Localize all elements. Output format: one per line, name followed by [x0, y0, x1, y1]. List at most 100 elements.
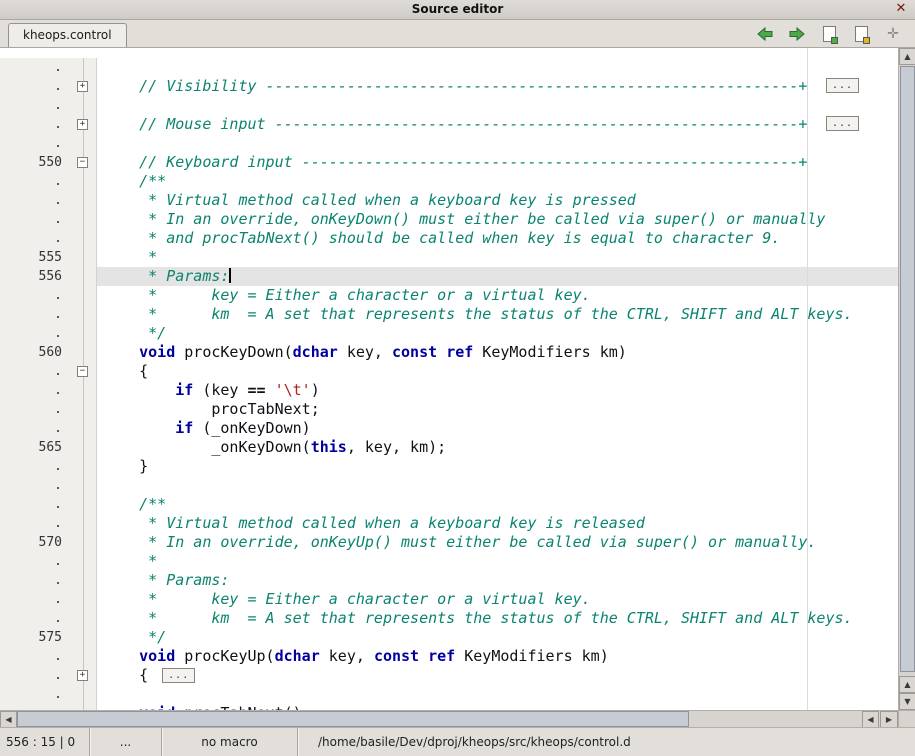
code-line[interactable]: * Virtual method called when a keyboard … — [96, 514, 898, 533]
fold-toggle-icon[interactable]: + — [77, 119, 88, 130]
document-edit-button[interactable] — [849, 22, 873, 46]
fold-toggle-icon[interactable]: − — [77, 366, 88, 377]
code-line[interactable] — [96, 134, 898, 153]
code-line[interactable]: _onKeyDown(this, key, km); — [96, 438, 898, 457]
code-row: . * Virtual method called when a keyboar… — [0, 191, 898, 210]
code-line[interactable] — [96, 476, 898, 495]
code-line[interactable]: * In an override, onKeyDown() must eithe… — [96, 210, 898, 229]
code-token: dchar — [275, 647, 320, 665]
window-title: Source editor — [0, 2, 915, 16]
scroll-down-button[interactable]: ▼ — [899, 693, 915, 710]
code-row: . */ — [0, 324, 898, 343]
horizontal-scrollbar-thumb[interactable] — [17, 711, 689, 727]
tab-kheops-control[interactable]: kheops.control — [8, 23, 127, 47]
macro-status: no macro — [162, 728, 298, 756]
detach-button[interactable]: ✛ — [881, 22, 905, 46]
fold-column — [70, 210, 96, 229]
code-line[interactable] — [96, 685, 898, 704]
document-save-button[interactable] — [817, 22, 841, 46]
code-line[interactable]: // Keyboard input ----------------------… — [96, 153, 898, 172]
source-editor[interactable]: .. + // Visibility ----------------------… — [0, 48, 898, 710]
fold-toggle-icon[interactable]: + — [77, 670, 88, 681]
line-number: . — [0, 647, 70, 666]
vertical-scrollbar[interactable]: ▲ ▲ ▼ — [898, 48, 915, 710]
code-token — [103, 381, 175, 399]
code-line[interactable]: * Virtual method called when a keyboard … — [96, 191, 898, 210]
tab-strip: kheops.control ✛ — [0, 20, 915, 48]
code-token — [103, 647, 139, 665]
editor-toolbar: ✛ — [753, 22, 905, 46]
code-row: 575 */ — [0, 628, 898, 647]
code-row: . — [0, 96, 898, 115]
horizontal-scrollbar[interactable]: ◀ ◀ ▶ — [0, 710, 898, 727]
code-row: . * and procTabNext() should be called w… — [0, 229, 898, 248]
code-line[interactable]: // Mouse input -------------------------… — [96, 115, 898, 134]
code-line[interactable]: * km = A set that represents the status … — [96, 609, 898, 628]
code-token: * key = Either a character or a virtual … — [103, 590, 591, 608]
code-line[interactable]: */ — [96, 628, 898, 647]
go-forward-button[interactable] — [785, 22, 809, 46]
scroll-up-button-bottom[interactable]: ▲ — [899, 676, 915, 693]
fold-ellipsis[interactable]: ... — [826, 78, 859, 93]
code-line[interactable]: * key = Either a character or a virtual … — [96, 286, 898, 305]
code-line[interactable]: * — [96, 248, 898, 267]
code-token: KeyModifiers km) — [455, 647, 609, 665]
fold-column — [70, 552, 96, 571]
close-icon[interactable]: ✕ — [893, 1, 909, 17]
code-line[interactable]: */ — [96, 324, 898, 343]
code-line[interactable]: if (key == '\t') — [96, 381, 898, 400]
code-line[interactable]: * — [96, 552, 898, 571]
code-token: void — [139, 343, 175, 361]
code-token: /** — [103, 172, 166, 190]
code-line[interactable]: * In an override, onKeyUp() must either … — [96, 533, 898, 552]
code-line[interactable]: { — [96, 362, 898, 381]
code-line[interactable] — [96, 58, 898, 77]
code-token: * key = Either a character or a virtual … — [103, 286, 591, 304]
code-line[interactable]: * key = Either a character or a virtual … — [96, 590, 898, 609]
code-token: KeyModifiers km) — [473, 343, 627, 361]
fold-ellipsis[interactable]: ... — [826, 116, 859, 131]
code-line[interactable]: {... — [96, 666, 898, 685]
code-token: const — [392, 343, 437, 361]
line-number: . — [0, 590, 70, 609]
code-line[interactable] — [96, 96, 898, 115]
scroll-left-button-right[interactable]: ◀ — [862, 711, 879, 728]
code-token: // Keyboard input ----------------------… — [103, 153, 807, 171]
code-line[interactable]: * Params: — [96, 571, 898, 590]
vertical-scrollbar-thumb[interactable] — [900, 66, 915, 672]
scroll-up-button[interactable]: ▲ — [899, 48, 915, 65]
fold-column — [70, 628, 96, 647]
scroll-right-button[interactable]: ▶ — [880, 711, 898, 728]
code-token: */ — [103, 628, 166, 646]
fold-column — [70, 457, 96, 476]
code-row: 556 * Params: — [0, 267, 898, 286]
code-line[interactable]: /** — [96, 495, 898, 514]
code-token: } — [103, 457, 148, 475]
code-line[interactable]: if (_onKeyDown) — [96, 419, 898, 438]
code-line[interactable]: void procKeyDown(dchar key, const ref Ke… — [96, 343, 898, 362]
code-line[interactable]: } — [96, 457, 898, 476]
code-token: * — [103, 248, 157, 266]
fold-column — [70, 324, 96, 343]
code-token: * km = A set that represents the status … — [103, 305, 853, 323]
go-back-button[interactable] — [753, 22, 777, 46]
fold-ellipsis[interactable]: ... — [162, 668, 195, 683]
scroll-left-button[interactable]: ◀ — [0, 711, 17, 728]
code-line[interactable]: // Visibility --------------------------… — [96, 77, 898, 96]
fold-toggle-icon[interactable]: + — [77, 81, 88, 92]
code-token — [419, 647, 428, 665]
code-line[interactable]: * km = A set that represents the status … — [96, 305, 898, 324]
code-line[interactable]: * Params: — [96, 267, 898, 286]
fold-column — [70, 400, 96, 419]
code-line[interactable]: /** — [96, 172, 898, 191]
fold-toggle-icon[interactable]: − — [77, 157, 88, 168]
fold-column: + — [70, 666, 96, 685]
code-row: . } — [0, 457, 898, 476]
code-row: .− { — [0, 362, 898, 381]
code-line[interactable]: * and procTabNext() should be called whe… — [96, 229, 898, 248]
line-number: 556 — [0, 267, 70, 286]
code-line[interactable]: void procKeyUp(dchar key, const ref KeyM… — [96, 647, 898, 666]
code-token: if — [175, 381, 193, 399]
code-line[interactable]: procTabNext; — [96, 400, 898, 419]
fold-column — [70, 647, 96, 666]
